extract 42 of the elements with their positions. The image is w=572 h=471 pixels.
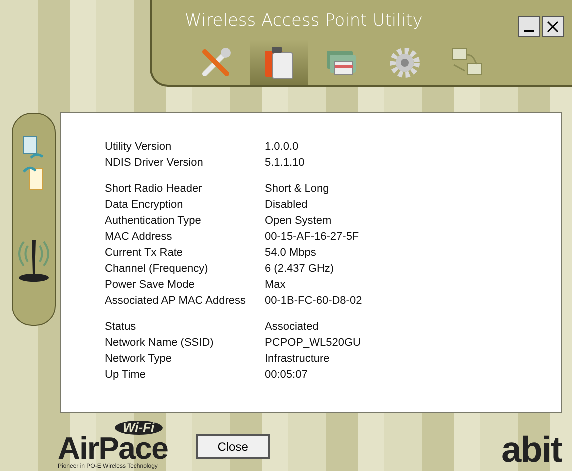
minimize-button[interactable] <box>518 16 540 37</box>
close-dialog-button[interactable]: Close <box>196 434 270 459</box>
info-label: Up Time <box>105 368 147 383</box>
brand-logo: abit <box>502 433 562 467</box>
info-value: Max <box>265 278 286 293</box>
info-value: PCPOP_WL520GU <box>265 336 361 351</box>
info-value: 5.1.1.10 <box>265 156 305 171</box>
info-label: Utility Version <box>105 140 173 155</box>
info-label: Network Name (SSID) <box>105 336 215 351</box>
info-value: 6 (2.437 GHz) <box>265 262 334 277</box>
info-value: 1.0.0.0 <box>265 140 299 155</box>
gear-icon <box>388 46 422 80</box>
info-label: Associated AP MAC Address <box>105 294 248 309</box>
info-label: MAC Address <box>105 230 174 245</box>
info-value: Disabled <box>265 198 308 213</box>
info-label: Authentication Type <box>105 214 202 229</box>
info-label: Status <box>105 320 138 335</box>
info-value: 54.0 Mbps <box>265 246 316 261</box>
info-label: NDIS Driver Version <box>105 156 204 171</box>
info-value: Open System <box>265 214 332 229</box>
document-arrow-icon[interactable] <box>23 164 45 192</box>
close-icon <box>547 20 559 32</box>
info-label: Power Save Mode <box>105 278 196 293</box>
info-value: 00:05:07 <box>265 368 308 383</box>
info-label: Channel (Frequency) <box>105 262 210 277</box>
logo-badge: Wi-Fi <box>115 421 163 435</box>
info-value: Infrastructure <box>265 352 330 367</box>
info-value: Short & Long <box>265 182 330 197</box>
toolbar-tab[interactable] <box>250 40 308 85</box>
info-label: Short Radio Header <box>105 182 204 197</box>
info-value: Associated <box>265 320 319 335</box>
info-value: 00-1B-FC-60-D8-02 <box>265 294 362 309</box>
logo-wordmark: AirPace <box>58 435 168 463</box>
minimize-icon <box>524 30 534 32</box>
window-title: Wireless Access Point Utility <box>185 10 423 33</box>
clipboard-icon <box>262 44 296 80</box>
info-label: Network Type <box>105 352 174 367</box>
info-label: Data Encryption <box>105 198 184 213</box>
info-label: Current Tx Rate <box>105 246 184 261</box>
close-button[interactable] <box>542 16 564 37</box>
info-value: 00-15-AF-16-27-5F <box>265 230 360 245</box>
network-icon <box>451 46 485 78</box>
